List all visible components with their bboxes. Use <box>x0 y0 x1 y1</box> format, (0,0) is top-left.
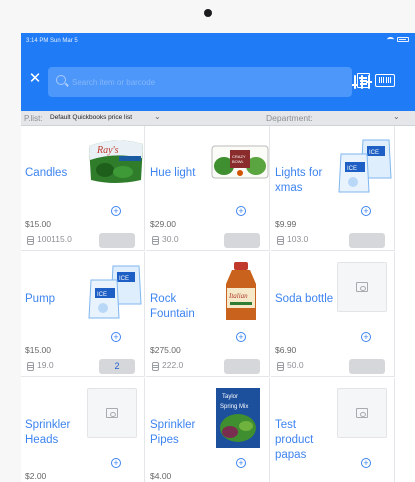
product-price: $4.00 <box>150 471 172 481</box>
add-icon[interactable]: + <box>111 332 121 342</box>
product-name: Pump <box>25 293 56 305</box>
svg-text:ICE: ICE <box>347 166 357 172</box>
product-tile[interactable]: Sprinkler Pipes Taylor Spring Mix + $4.0… <box>146 378 270 482</box>
search-bar[interactable] <box>48 67 372 97</box>
database-icon <box>152 236 159 245</box>
image-placeholder <box>87 388 137 438</box>
search-icon <box>56 75 66 85</box>
database-icon <box>27 236 34 245</box>
product-tile[interactable]: Test product papas + <box>271 378 395 482</box>
svg-text:ICE: ICE <box>119 276 129 282</box>
status-time: 3:14 PM Sun Mar 5 <box>26 38 78 44</box>
price-list-select[interactable]: Default Quickbooks price list <box>50 114 132 121</box>
product-name: Lights for xmas <box>275 167 323 194</box>
product-tile[interactable]: Sprinkler Heads + $2.00 <box>21 378 145 482</box>
product-tile[interactable]: Lights for xmas ICE ICE + $9.99 103.0 <box>271 126 395 251</box>
quantity-field[interactable]: 2 <box>99 359 135 374</box>
close-icon[interactable]: ✕ <box>27 71 43 87</box>
photo-icon <box>356 408 368 418</box>
product-price: $6.90 <box>275 345 297 355</box>
add-icon[interactable]: + <box>111 206 121 216</box>
database-icon <box>27 362 34 371</box>
stock-count: 19.0 <box>37 360 54 370</box>
photo-icon <box>356 282 368 292</box>
add-icon[interactable]: + <box>111 458 121 468</box>
product-price: $15.00 <box>25 345 51 355</box>
add-icon[interactable]: + <box>236 206 246 216</box>
image-placeholder <box>337 262 387 312</box>
svg-text:Taylor: Taylor <box>222 394 238 400</box>
product-tile[interactable]: Pump ICE ICE + $15.00 19.0 2 <box>21 252 145 377</box>
stock-count: 103.0 <box>287 234 309 244</box>
battery-icon <box>397 37 409 42</box>
product-price: $9.99 <box>275 219 297 229</box>
svg-text:BOWL: BOWL <box>232 159 245 164</box>
stock-count: 100115.0 <box>37 234 72 244</box>
dressing-bottle-image: Italian <box>210 262 270 322</box>
camera-dot <box>204 9 212 17</box>
salad-box-image: CRAZY BOWL <box>210 136 270 196</box>
product-name: Hue light <box>150 167 196 179</box>
product-name: Candles <box>25 167 68 179</box>
list-icon[interactable] <box>357 73 370 88</box>
product-price: $29.00 <box>150 219 176 229</box>
stock-count: 222.0 <box>162 360 184 370</box>
product-name: Sprinkler Pipes <box>150 419 196 446</box>
chevron-down-icon[interactable]: ⌄ <box>393 112 400 121</box>
quantity-field[interactable] <box>99 233 135 248</box>
search-input[interactable] <box>72 72 292 92</box>
add-icon[interactable]: + <box>236 458 246 468</box>
add-icon[interactable]: + <box>361 458 371 468</box>
tablet-frame: 3:14 PM Sun Mar 5 ✕ P.list: De <box>0 0 415 482</box>
image-placeholder <box>337 388 387 438</box>
add-icon[interactable]: + <box>361 206 371 216</box>
product-price: $15.00 <box>25 219 51 229</box>
add-icon[interactable]: + <box>236 332 246 342</box>
database-icon <box>277 362 284 371</box>
department-select[interactable]: Department: <box>266 113 313 123</box>
database-icon <box>277 236 284 245</box>
product-tile[interactable]: Candles Ray's + $15.00 100115.0 <box>21 126 145 251</box>
svg-text:Italian: Italian <box>228 292 248 300</box>
price-list-label: P.list: <box>24 114 43 123</box>
stock-count: 30.0 <box>162 234 179 244</box>
svg-text:ICE: ICE <box>369 150 379 156</box>
barcode-icon[interactable] <box>375 74 395 87</box>
status-bar: 3:14 PM Sun Mar 5 <box>21 33 415 51</box>
ice-bags-image: ICE ICE <box>335 136 395 196</box>
svg-text:Spring Mix: Spring Mix <box>220 404 248 410</box>
filter-bar: P.list: Default Quickbooks price list ⌄ … <box>21 111 415 126</box>
product-name: Test product papas <box>275 419 314 461</box>
add-icon[interactable]: + <box>361 332 371 342</box>
photo-icon <box>106 408 118 418</box>
product-tile[interactable]: Soda bottle + $6.90 50.0 <box>271 252 395 377</box>
stock-count: 50.0 <box>287 360 304 370</box>
quantity-field[interactable] <box>349 359 385 374</box>
ice-bags-image: ICE ICE <box>85 262 145 322</box>
app-screen: 3:14 PM Sun Mar 5 ✕ P.list: De <box>21 33 415 482</box>
product-name: Rock Fountain <box>150 293 195 320</box>
status-indicators <box>387 37 409 42</box>
product-name: Soda bottle <box>275 293 334 305</box>
chevron-down-icon[interactable]: ⌄ <box>154 112 161 121</box>
svg-text:Ray's: Ray's <box>96 145 119 156</box>
quantity-field[interactable] <box>224 359 260 374</box>
svg-text:ICE: ICE <box>97 292 107 298</box>
product-tile[interactable]: Hue light CRAZY BOWL + $29.00 30.0 <box>146 126 270 251</box>
spring-mix-image: Taylor Spring Mix <box>210 388 270 448</box>
top-toolbar: ✕ <box>21 51 415 111</box>
quantity-field[interactable] <box>349 233 385 248</box>
product-tile[interactable]: Rock Fountain Italian + $275.00 222.0 <box>146 252 270 377</box>
spinach-bag-image: Ray's <box>85 136 145 196</box>
wifi-icon <box>387 37 394 42</box>
product-price: $275.00 <box>150 345 181 355</box>
product-name: Sprinkler Heads <box>25 419 71 446</box>
quantity-field[interactable] <box>224 233 260 248</box>
product-price: $2.00 <box>25 471 47 481</box>
database-icon <box>152 362 159 371</box>
